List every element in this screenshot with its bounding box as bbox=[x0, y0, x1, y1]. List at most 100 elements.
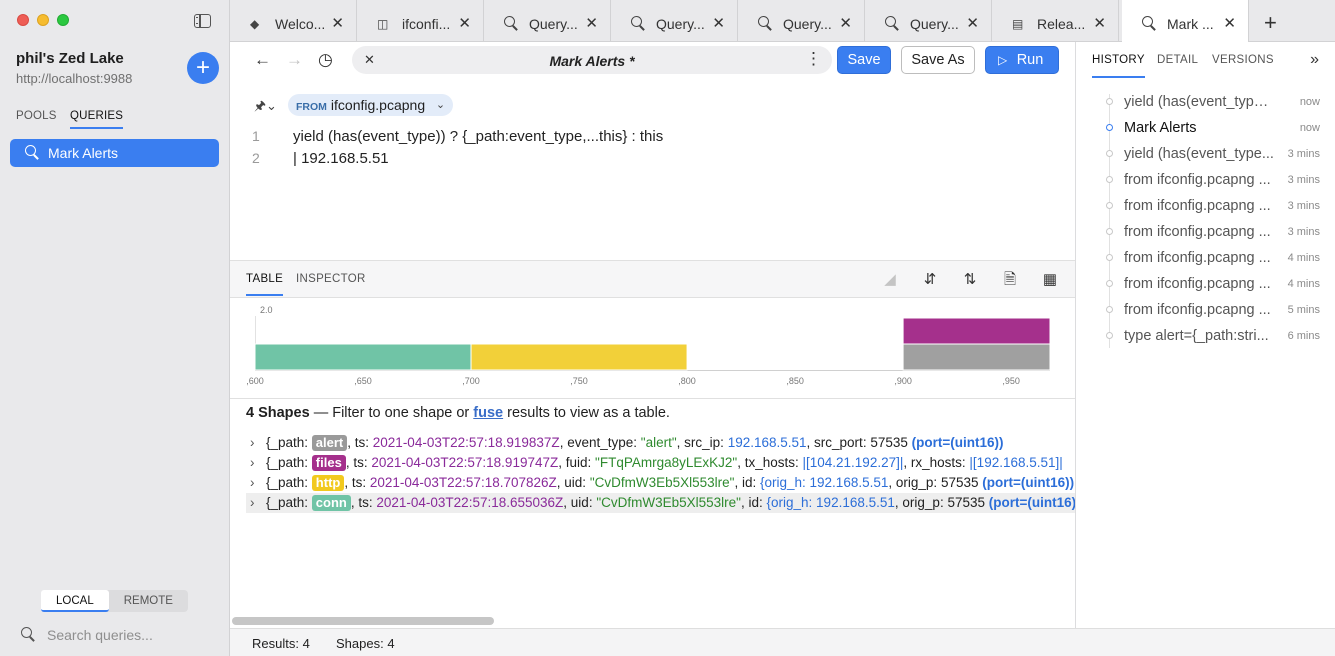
close-window-button[interactable] bbox=[17, 14, 29, 26]
tab-query[interactable]: Query... ✕ bbox=[738, 0, 865, 42]
search-icon bbox=[1142, 16, 1156, 30]
histogram-bar[interactable] bbox=[902, 317, 1051, 345]
history-query: from ifconfig.pcapng ... bbox=[1124, 172, 1271, 188]
field-value: 57535 bbox=[940, 475, 979, 490]
history-item[interactable]: from ifconfig.pcapng ... 5 mins bbox=[1076, 297, 1335, 323]
run-button[interactable]: ▷ Run bbox=[985, 46, 1059, 74]
forward-arrow-icon[interactable]: → bbox=[286, 50, 303, 70]
tab-label: Mark ... bbox=[1167, 16, 1214, 32]
expand-arrow-icon[interactable]: › bbox=[246, 453, 266, 473]
record-row[interactable]: › {_path: http, ts: 2021-04-03T22:57:18.7… bbox=[246, 473, 1075, 493]
type-decorator: (port=(uint16)) bbox=[988, 495, 1075, 510]
tab-detail[interactable]: DETAIL bbox=[1157, 54, 1198, 76]
records-list: › {_path: alert, ts: 2021-04-03T22:57:18.… bbox=[230, 433, 1075, 613]
tab-query[interactable]: Query... ✕ bbox=[484, 0, 611, 42]
export-icon[interactable]: 🗎 bbox=[1001, 271, 1019, 289]
close-icon[interactable]: ✕ bbox=[1093, 14, 1106, 32]
status-bar: Results: 4 Shapes: 4 bbox=[230, 628, 1335, 656]
sidebar-toggle-icon[interactable] bbox=[194, 14, 211, 28]
shapes-bar: 4 Shapes — Filter to one shape or fuse r… bbox=[230, 398, 1075, 428]
back-arrow-icon[interactable]: ← bbox=[254, 50, 271, 70]
close-icon[interactable]: ✕ bbox=[966, 14, 979, 32]
record-ts: 2021-04-03T22:57:18.919747Z bbox=[371, 455, 559, 470]
collapse-panel-icon[interactable]: » bbox=[1310, 51, 1319, 69]
tab-query[interactable]: Query... ✕ bbox=[865, 0, 992, 42]
pool-name: ifconfig.pcapng bbox=[330, 97, 426, 113]
record-row[interactable]: › {_path: alert, ts: 2021-04-03T22:57:18.… bbox=[246, 433, 1075, 453]
sidebar-item-mark-alerts[interactable]: Mark Alerts bbox=[10, 139, 219, 167]
tab-release-notes[interactable]: ▤ Relea... ✕ bbox=[992, 0, 1119, 42]
field-value: 192.168.5.51 bbox=[727, 435, 807, 450]
histogram-bar[interactable] bbox=[254, 343, 472, 371]
play-icon: ▷ bbox=[998, 53, 1008, 67]
history-item[interactable]: from ifconfig.pcapng ... 3 mins bbox=[1076, 167, 1335, 193]
shapes-text: results to view as a table. bbox=[503, 405, 670, 421]
tab-pools[interactable]: POOLS bbox=[16, 110, 57, 127]
field-value: "CvDfmW3Eb5Xl553lre" bbox=[596, 495, 741, 510]
segment-local[interactable]: LOCAL bbox=[41, 590, 109, 612]
histogram-bar[interactable] bbox=[470, 343, 688, 371]
expand-arrow-icon[interactable]: › bbox=[246, 433, 266, 453]
from-pool-pin[interactable]: FROM ifconfig.pcapng ⌄ bbox=[288, 94, 454, 116]
shapes-count-status: Shapes: 4 bbox=[336, 636, 395, 651]
close-icon[interactable]: ✕ bbox=[839, 14, 852, 32]
tab-mark-alerts[interactable]: Mark ... ✕ bbox=[1122, 0, 1249, 43]
record-row[interactable]: › {_path: files, ts: 2021-04-03T22:57:18.… bbox=[246, 453, 1075, 473]
field-key: event_type bbox=[567, 435, 634, 450]
history-item[interactable]: yield (has(event_type))... now bbox=[1076, 89, 1335, 115]
close-icon[interactable]: ✕ bbox=[458, 14, 471, 32]
line-number: 1 bbox=[252, 128, 260, 144]
expand-icon[interactable]: ⇵ bbox=[921, 271, 939, 289]
tab-inspector[interactable]: INSPECTOR bbox=[296, 273, 366, 294]
tab-query[interactable]: Query... ✕ bbox=[611, 0, 738, 42]
fuse-link[interactable]: fuse bbox=[473, 405, 503, 421]
tab-queries[interactable]: QUERIES bbox=[70, 110, 124, 129]
tab-bar: ◆ Welco... ✕ ◫ ifconfi... ✕ Query... ✕ Q… bbox=[230, 0, 1335, 43]
history-item[interactable]: yield (has(event_type... 3 mins bbox=[1076, 141, 1335, 167]
histogram[interactable]: 2.0 ,600 ,650 ,700 ,750 ,800 ,850 ,900 ,950 bbox=[230, 298, 1075, 398]
tab-welcome[interactable]: ◆ Welco... ✕ bbox=[230, 0, 357, 42]
tab-table[interactable]: TABLE bbox=[246, 273, 284, 296]
expand-arrow-icon[interactable]: › bbox=[246, 473, 266, 493]
search-queries-input[interactable] bbox=[47, 625, 212, 645]
expand-arrow-icon[interactable]: › bbox=[246, 493, 266, 513]
add-button[interactable]: + bbox=[187, 52, 219, 84]
save-as-button[interactable]: Save As bbox=[901, 46, 975, 74]
tab-label: Query... bbox=[783, 16, 832, 32]
close-icon[interactable]: ✕ bbox=[1223, 14, 1236, 32]
history-item[interactable]: from ifconfig.pcapng ... 4 mins bbox=[1076, 245, 1335, 271]
search-icon bbox=[25, 145, 39, 159]
chart-icon[interactable]: ◢ bbox=[881, 271, 899, 289]
tab-versions[interactable]: VERSIONS bbox=[1212, 54, 1274, 76]
histogram-bar[interactable] bbox=[902, 343, 1051, 371]
history-item[interactable]: from ifconfig.pcapng ... 3 mins bbox=[1076, 219, 1335, 245]
field-key: fuid bbox=[565, 455, 588, 470]
tab-history[interactable]: HISTORY bbox=[1092, 54, 1145, 78]
history-item[interactable]: type alert={_path:stri... 6 mins bbox=[1076, 323, 1335, 349]
close-icon[interactable]: ✕ bbox=[331, 14, 344, 32]
history-item[interactable]: from ifconfig.pcapng ... 4 mins bbox=[1076, 271, 1335, 297]
segment-remote[interactable]: REMOTE bbox=[109, 590, 188, 612]
history-time: 3 mins bbox=[1287, 148, 1320, 160]
columns-icon[interactable]: ▦ bbox=[1041, 271, 1059, 289]
collapse-icon[interactable]: ⇅ bbox=[961, 271, 979, 289]
history-item[interactable]: from ifconfig.pcapng ... 3 mins bbox=[1076, 193, 1335, 219]
search-icon bbox=[885, 16, 899, 30]
close-icon[interactable]: ✕ bbox=[585, 14, 598, 32]
query-editor[interactable]: 🖈⌄ FROM ifconfig.pcapng ⌄ 1 yield (has(ev… bbox=[230, 80, 1075, 260]
horizontal-scrollbar[interactable] bbox=[232, 617, 494, 625]
close-icon[interactable]: ✕ bbox=[712, 14, 725, 32]
record-row[interactable]: › {_path: conn, ts: 2021-04-03T22:57:18.6… bbox=[246, 493, 1075, 513]
lake-name[interactable]: phil's Zed Lake bbox=[16, 50, 124, 67]
minimize-window-button[interactable] bbox=[37, 14, 49, 26]
history-item[interactable]: Mark Alerts now bbox=[1076, 115, 1335, 141]
more-options-icon[interactable]: ⋮ bbox=[805, 49, 822, 69]
pin-icon[interactable]: 🖈⌄ bbox=[254, 97, 277, 119]
maximize-window-button[interactable] bbox=[57, 14, 69, 26]
new-tab-icon[interactable]: + bbox=[1264, 10, 1277, 36]
tab-ifconfig[interactable]: ◫ ifconfi... ✕ bbox=[357, 0, 484, 42]
type-decorator: (port=(uint16)) bbox=[911, 435, 1004, 450]
history-icon[interactable]: ◷ bbox=[318, 50, 333, 70]
query-title-bar[interactable]: ✕ Mark Alerts * ⋮ bbox=[352, 46, 832, 74]
save-button[interactable]: Save bbox=[837, 46, 891, 74]
